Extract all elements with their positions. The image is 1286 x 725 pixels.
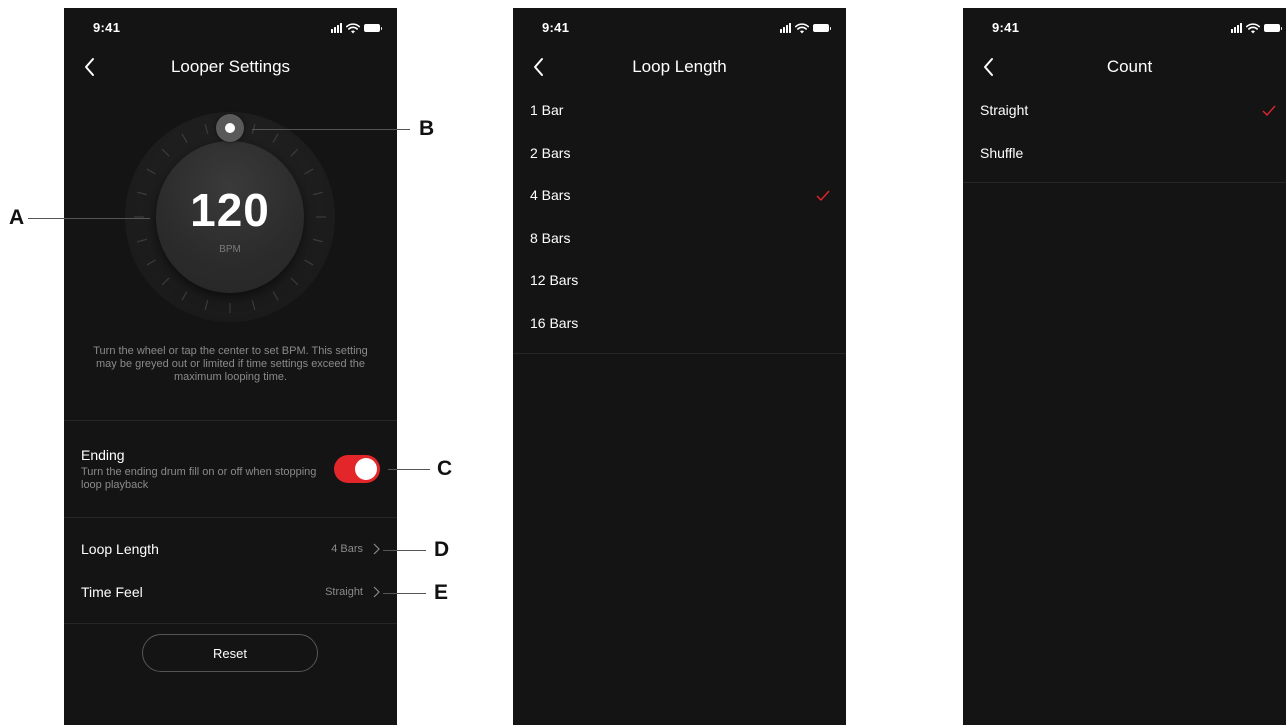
loop-length-option[interactable]: 2 Bars (513, 131, 846, 174)
time-feel-label: Time Feel (81, 584, 143, 600)
page-title: Loop Length (632, 57, 727, 76)
option-label: Straight (980, 102, 1029, 118)
option-label: 12 Bars (530, 272, 579, 288)
wifi-icon (795, 22, 809, 33)
callout-line-d (383, 550, 426, 551)
loop-length-value: 4 Bars (331, 543, 363, 555)
wheel-tick (304, 168, 314, 175)
bpm-unit: BPM (219, 244, 241, 255)
battery-icon (1264, 24, 1282, 32)
bpm-help-text: Turn the wheel or tap the center to set … (93, 345, 368, 383)
wheel-tick (181, 291, 188, 301)
bpm-wheel-handle[interactable] (216, 114, 244, 142)
divider (64, 517, 397, 518)
wheel-tick (161, 277, 170, 286)
count-option[interactable]: Shuffle (963, 131, 1286, 174)
wheel-tick (137, 238, 148, 243)
wheel-tick (146, 168, 156, 175)
option-label: 8 Bars (530, 229, 571, 246)
loop-length-label: Loop Length (81, 541, 159, 557)
battery-icon (364, 24, 382, 32)
callout-label-c: C (437, 457, 453, 480)
count-screen: 9:41 Count Straight Shuffle (963, 8, 1286, 725)
status-icons (780, 22, 831, 34)
wheel-tick (181, 133, 188, 143)
divider (963, 182, 1286, 183)
loop-length-option[interactable]: 8 Bars (513, 216, 846, 259)
status-bar: 9:41 (64, 20, 397, 36)
loop-length-option[interactable]: 16 Bars (513, 301, 846, 344)
battery-icon (813, 24, 831, 32)
callout-line-e (383, 593, 426, 594)
loop-length-options: 1 Bar 2 Bars 4 Bars 8 Bars 12 Bars 16 Ba… (513, 88, 846, 343)
navbar: Looper Settings (64, 54, 397, 82)
bpm-value: 120 (190, 184, 270, 236)
time-feel-value: Straight (325, 586, 363, 598)
chevron-right-icon (373, 586, 380, 598)
count-option[interactable]: Straight (963, 88, 1286, 131)
ending-description: Turn the ending drum fill on or off when… (81, 466, 317, 491)
navbar: Count (963, 54, 1286, 82)
wifi-icon (1246, 22, 1260, 33)
looper-settings-screen: 9:41 Looper Settings 120 BPM Turn the wh… (64, 8, 397, 725)
option-label: 2 Bars (530, 144, 571, 161)
toggle-knob (355, 458, 377, 480)
loop-length-option[interactable]: 4 Bars (513, 173, 846, 216)
signal-icon (331, 23, 342, 33)
wheel-tick (304, 259, 314, 266)
status-time: 9:41 (93, 20, 121, 35)
wheel-tick (272, 291, 279, 301)
callout-label-a: A (9, 206, 25, 229)
callout-line-b (252, 129, 410, 130)
wheel-tick (251, 299, 256, 310)
ending-toggle[interactable] (334, 455, 380, 483)
callout-label-e: E (434, 581, 449, 604)
count-options: Straight Shuffle (963, 88, 1286, 173)
status-time: 9:41 (542, 20, 570, 35)
loop-length-option[interactable]: 12 Bars (513, 258, 846, 301)
wheel-tick (161, 148, 170, 157)
wheel-tick (290, 148, 299, 157)
option-label: 4 Bars (530, 187, 571, 203)
ending-title: Ending (81, 447, 125, 463)
navbar: Loop Length (513, 54, 846, 82)
wheel-tick (137, 191, 148, 196)
callout-line-c (388, 469, 430, 470)
option-label: 1 Bar (530, 102, 564, 118)
checkmark-icon (816, 190, 830, 201)
status-icons (331, 22, 382, 34)
callout-label-b: B (419, 117, 435, 140)
callout-label-d: D (434, 538, 450, 561)
status-bar: 9:41 (963, 20, 1286, 36)
divider (64, 623, 397, 624)
page-title: Looper Settings (170, 57, 291, 76)
chevron-right-icon (373, 543, 380, 555)
status-icons (1231, 22, 1282, 34)
wheel-tick (290, 277, 299, 286)
wheel-tick (272, 133, 279, 143)
signal-icon (1231, 23, 1242, 33)
divider (64, 420, 397, 421)
signal-icon (780, 23, 791, 33)
reset-button[interactable]: Reset (142, 634, 318, 672)
loop-length-screen: 9:41 Loop Length 1 Bar 2 Bars 4 Bars 8 B… (513, 8, 846, 725)
wheel-tick (312, 238, 323, 243)
divider (513, 353, 846, 354)
status-bar: 9:41 (513, 20, 846, 36)
loop-length-option[interactable]: 1 Bar (513, 88, 846, 131)
option-label: Shuffle (980, 144, 1024, 161)
wheel-tick (146, 259, 156, 266)
wifi-icon (346, 22, 360, 33)
checkmark-icon (1262, 105, 1276, 116)
wheel-tick (312, 191, 323, 196)
option-label: 16 Bars (530, 314, 579, 331)
page-title: Count (1106, 57, 1153, 76)
status-time: 9:41 (992, 20, 1020, 35)
wheel-tick (204, 299, 209, 310)
wheel-tick (204, 124, 209, 135)
callout-line-a (28, 218, 150, 219)
